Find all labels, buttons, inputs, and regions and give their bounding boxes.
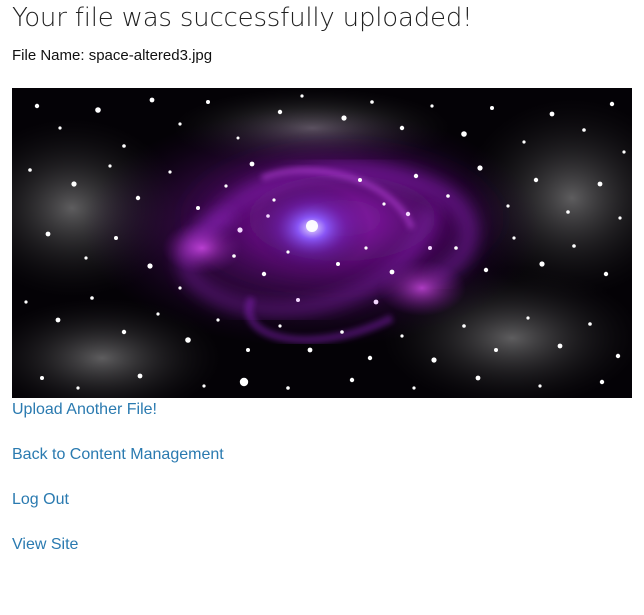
upload-another-file-link[interactable]: Upload Another File! <box>12 399 157 421</box>
file-name-label: File Name: <box>12 47 85 64</box>
log-out-link[interactable]: Log Out <box>12 489 69 511</box>
page-title: Your file was successfully uploaded! <box>12 3 473 33</box>
uploaded-image <box>12 88 632 398</box>
view-site-link[interactable]: View Site <box>12 534 78 556</box>
back-to-content-management-link[interactable]: Back to Content Management <box>12 444 224 466</box>
file-name-line: File Name: space-altered3.jpg <box>12 46 212 66</box>
file-name-value: space-altered3.jpg <box>88 47 213 64</box>
